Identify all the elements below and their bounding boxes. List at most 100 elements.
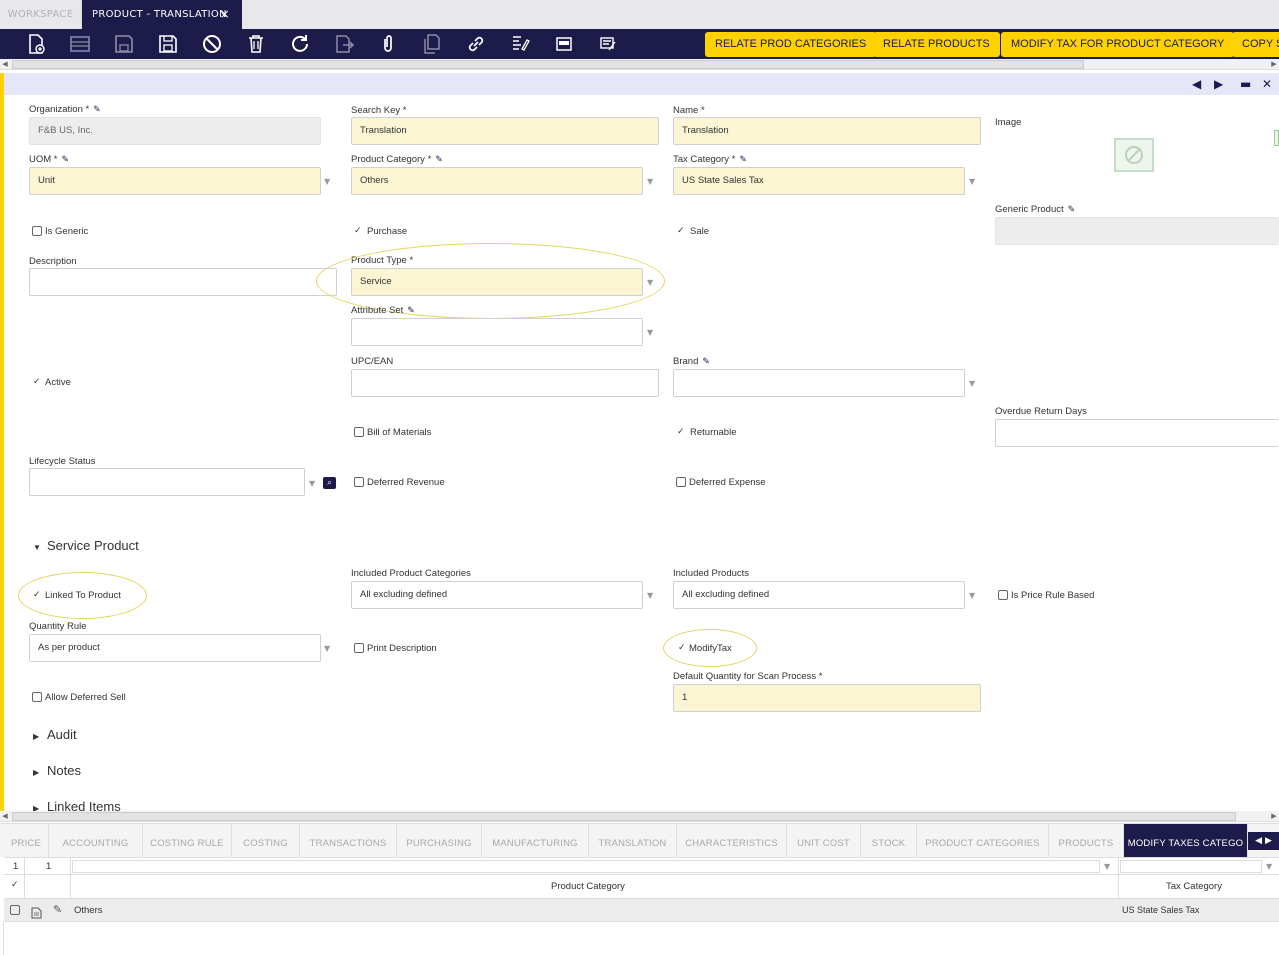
tab-stock[interactable]: STOCK: [861, 824, 917, 858]
no-image-icon[interactable]: [1112, 136, 1156, 174]
product-category-filter[interactable]: [72, 860, 1100, 873]
form-scrollbar[interactable]: ◀ ▶: [0, 811, 1279, 822]
save-icon[interactable]: [113, 33, 135, 55]
search-icon[interactable]: ⌕: [323, 477, 336, 489]
undo-icon[interactable]: [201, 33, 223, 55]
quantity-rule-select[interactable]: As per product: [29, 634, 321, 662]
scroll-left-icon[interactable]: ◀: [0, 811, 10, 822]
edit-pencil-icon[interactable]: ✎: [739, 154, 747, 164]
tab-workspace[interactable]: WORKSPACE: [0, 0, 82, 29]
is-generic-checkbox[interactable]: [32, 226, 42, 236]
row-checkbox[interactable]: [10, 905, 20, 915]
edit-pencil-icon[interactable]: ✎: [62, 154, 70, 164]
tax-category-filter[interactable]: [1120, 860, 1262, 873]
edit-pencil-icon[interactable]: ✎: [702, 356, 710, 366]
tab-accounting[interactable]: ACCOUNTING: [49, 824, 143, 858]
edit-pencil-icon[interactable]: ✎: [407, 305, 415, 315]
default-quantity-field[interactable]: 1: [673, 684, 981, 712]
tab-product-translation[interactable]: PRODUCT - TRANSLATION ×: [82, 0, 242, 29]
new-document-icon[interactable]: [25, 33, 47, 55]
tab-transactions[interactable]: TRANSACTIONS: [300, 824, 397, 858]
notes-section-header[interactable]: ▶ Notes: [33, 763, 81, 778]
description-field[interactable]: [29, 268, 337, 296]
lifecycle-status-field[interactable]: [29, 468, 305, 496]
previous-record-icon[interactable]: ◀: [1192, 77, 1201, 91]
table-row[interactable]: ✎ Others US State Sales Tax: [4, 899, 1279, 922]
purchase-checkbox[interactable]: ✓: [354, 226, 362, 236]
link-icon[interactable]: [465, 33, 487, 55]
sale-checkbox[interactable]: ✓: [677, 226, 685, 236]
chevron-down-icon[interactable]: ▼: [969, 379, 975, 388]
chevron-down-icon[interactable]: ▼: [1266, 862, 1272, 871]
close-tab-icon[interactable]: ×: [220, 0, 230, 29]
column-header-tax-category[interactable]: Tax Category: [1166, 881, 1222, 892]
chevron-down-icon[interactable]: ▼: [1104, 862, 1110, 871]
tab-characteristics[interactable]: CHARACTERISTICS: [677, 824, 787, 858]
close-form-icon[interactable]: ✕: [1262, 77, 1272, 91]
modify-tax-for-product-category-button[interactable]: MODIFY TAX FOR PRODUCT CATEGORY: [1001, 32, 1235, 57]
scroll-thumb[interactable]: [12, 60, 1084, 69]
allow-deferred-sell-checkbox[interactable]: [32, 692, 42, 702]
scroll-thumb[interactable]: [12, 812, 1236, 821]
scroll-right-icon[interactable]: ▶: [1269, 59, 1279, 70]
delete-icon[interactable]: [245, 33, 267, 55]
tab-purchasing[interactable]: PURCHASING: [397, 824, 482, 858]
document-icon[interactable]: [31, 904, 42, 919]
upc-field[interactable]: [351, 369, 659, 397]
chevron-down-icon[interactable]: ▼: [969, 591, 975, 600]
chevron-down-icon[interactable]: ▼: [647, 177, 653, 186]
tab-product-categories[interactable]: PRODUCT CATEGORIES: [917, 824, 1049, 858]
arrow-right-icon[interactable]: ▶: [1265, 836, 1272, 846]
audit-section-header[interactable]: ▶ Audit: [33, 727, 77, 742]
tax-category-select[interactable]: US State Sales Tax: [673, 167, 965, 195]
chevron-down-icon[interactable]: ▼: [324, 644, 330, 653]
new-row-icon[interactable]: [69, 33, 91, 55]
chevron-down-icon[interactable]: ▼: [324, 177, 330, 186]
chevron-down-icon[interactable]: ▼: [309, 479, 315, 488]
linked-items-section-header[interactable]: ▶ Linked Items: [33, 799, 121, 811]
active-checkbox[interactable]: ✓: [33, 377, 41, 387]
copy-button[interactable]: COPY S: [1232, 32, 1279, 57]
edit-pencil-icon[interactable]: ✎: [93, 104, 101, 114]
save-close-icon[interactable]: [157, 33, 179, 55]
organization-field[interactable]: F&B US, Inc.: [29, 117, 321, 145]
overdue-return-days-field[interactable]: [995, 419, 1279, 447]
edit-pencil-icon[interactable]: ✎: [53, 903, 62, 916]
audit-icon[interactable]: [597, 33, 619, 55]
attachment-icon[interactable]: [377, 33, 399, 55]
refresh-icon[interactable]: [289, 33, 311, 55]
tab-manufacturing[interactable]: MANUFACTURING: [482, 824, 589, 858]
grid-toggle-icon[interactable]: [553, 33, 575, 55]
tab-translation[interactable]: TRANSLATION: [589, 824, 677, 858]
included-products-select[interactable]: All excluding defined: [673, 581, 965, 609]
relate-products-button[interactable]: RELATE PRODUCTS: [873, 32, 1000, 57]
name-field[interactable]: Translation: [673, 117, 981, 145]
print-icon[interactable]: [509, 33, 531, 55]
maximize-icon[interactable]: ▬: [1240, 77, 1251, 91]
tab-costing[interactable]: COSTING: [232, 824, 300, 858]
select-all-checkbox[interactable]: ✓: [11, 880, 19, 890]
chevron-down-icon[interactable]: ▼: [647, 328, 653, 337]
export-icon[interactable]: [333, 33, 355, 55]
search-key-field[interactable]: Translation: [351, 117, 659, 145]
edit-pencil-icon[interactable]: ✎: [435, 154, 443, 164]
edit-pencil-icon[interactable]: ✎: [1068, 204, 1076, 214]
toolbar-scrollbar[interactable]: ◀ ▶: [0, 59, 1279, 70]
uom-select[interactable]: Unit: [29, 167, 321, 195]
scroll-left-icon[interactable]: ◀: [0, 59, 10, 70]
column-header-product-category[interactable]: Product Category: [551, 881, 625, 892]
tab-costing-rule[interactable]: COSTING RULE: [143, 824, 232, 858]
print-description-checkbox[interactable]: [354, 643, 364, 653]
generic-product-field[interactable]: [995, 217, 1279, 245]
deferred-expense-checkbox[interactable]: [676, 477, 686, 487]
tab-modify-taxes-category[interactable]: MODIFY TAXES CATEGO: [1124, 824, 1248, 858]
tab-unit-cost[interactable]: UNIT COST: [787, 824, 861, 858]
arrow-left-icon[interactable]: ◀: [1255, 836, 1262, 846]
relate-prod-categories-button[interactable]: RELATE PROD CATEGORIES: [705, 32, 877, 57]
clone-icon[interactable]: [421, 33, 443, 55]
chevron-down-icon[interactable]: ▼: [969, 177, 975, 186]
attribute-set-select[interactable]: [351, 318, 643, 346]
returnable-checkbox[interactable]: ✓: [677, 427, 685, 437]
next-record-icon[interactable]: ▶: [1214, 77, 1223, 91]
product-category-select[interactable]: Others: [351, 167, 643, 195]
